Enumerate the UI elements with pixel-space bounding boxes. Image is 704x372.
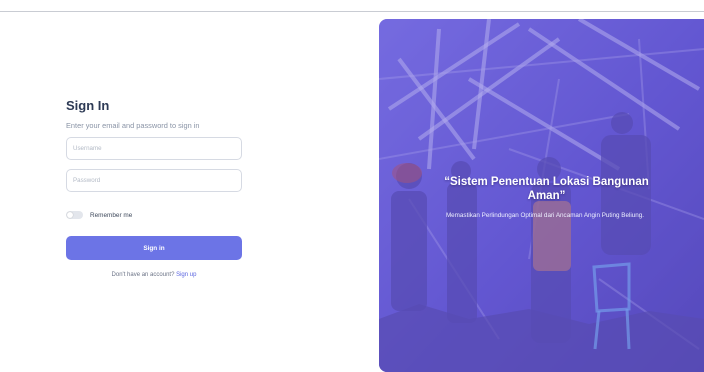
sign-up-link[interactable]: Sign up [176,272,196,278]
toggle-knob [67,212,73,218]
hero-banner: “Sistem Penentuan Lokasi Bangunan Aman” … [379,19,704,372]
hero-text: “Sistem Penentuan Lokasi Bangunan Aman” … [379,19,704,372]
signin-subtitle: Enter your email and password to sign in [66,121,200,130]
page-title: Sign In [66,98,110,113]
top-divider [0,11,704,12]
signin-form: Sign In Enter your email and password to… [66,98,242,278]
sign-in-button[interactable]: Sign in [66,236,242,260]
remember-me-toggle[interactable] [66,211,83,219]
password-input[interactable] [66,169,242,192]
username-input[interactable] [66,137,242,160]
remember-me-label: Remember me [90,211,133,219]
hero-subtitle: Memastikan Perlindungan Optimal dari Anc… [445,212,645,219]
hero-title: “Sistem Penentuan Lokasi Bangunan Aman” [444,176,649,202]
signup-prompt: Don't have an account? Sign up [66,272,242,278]
remember-me-row: Remember me [66,211,132,219]
signup-prompt-text: Don't have an account? [111,272,175,278]
